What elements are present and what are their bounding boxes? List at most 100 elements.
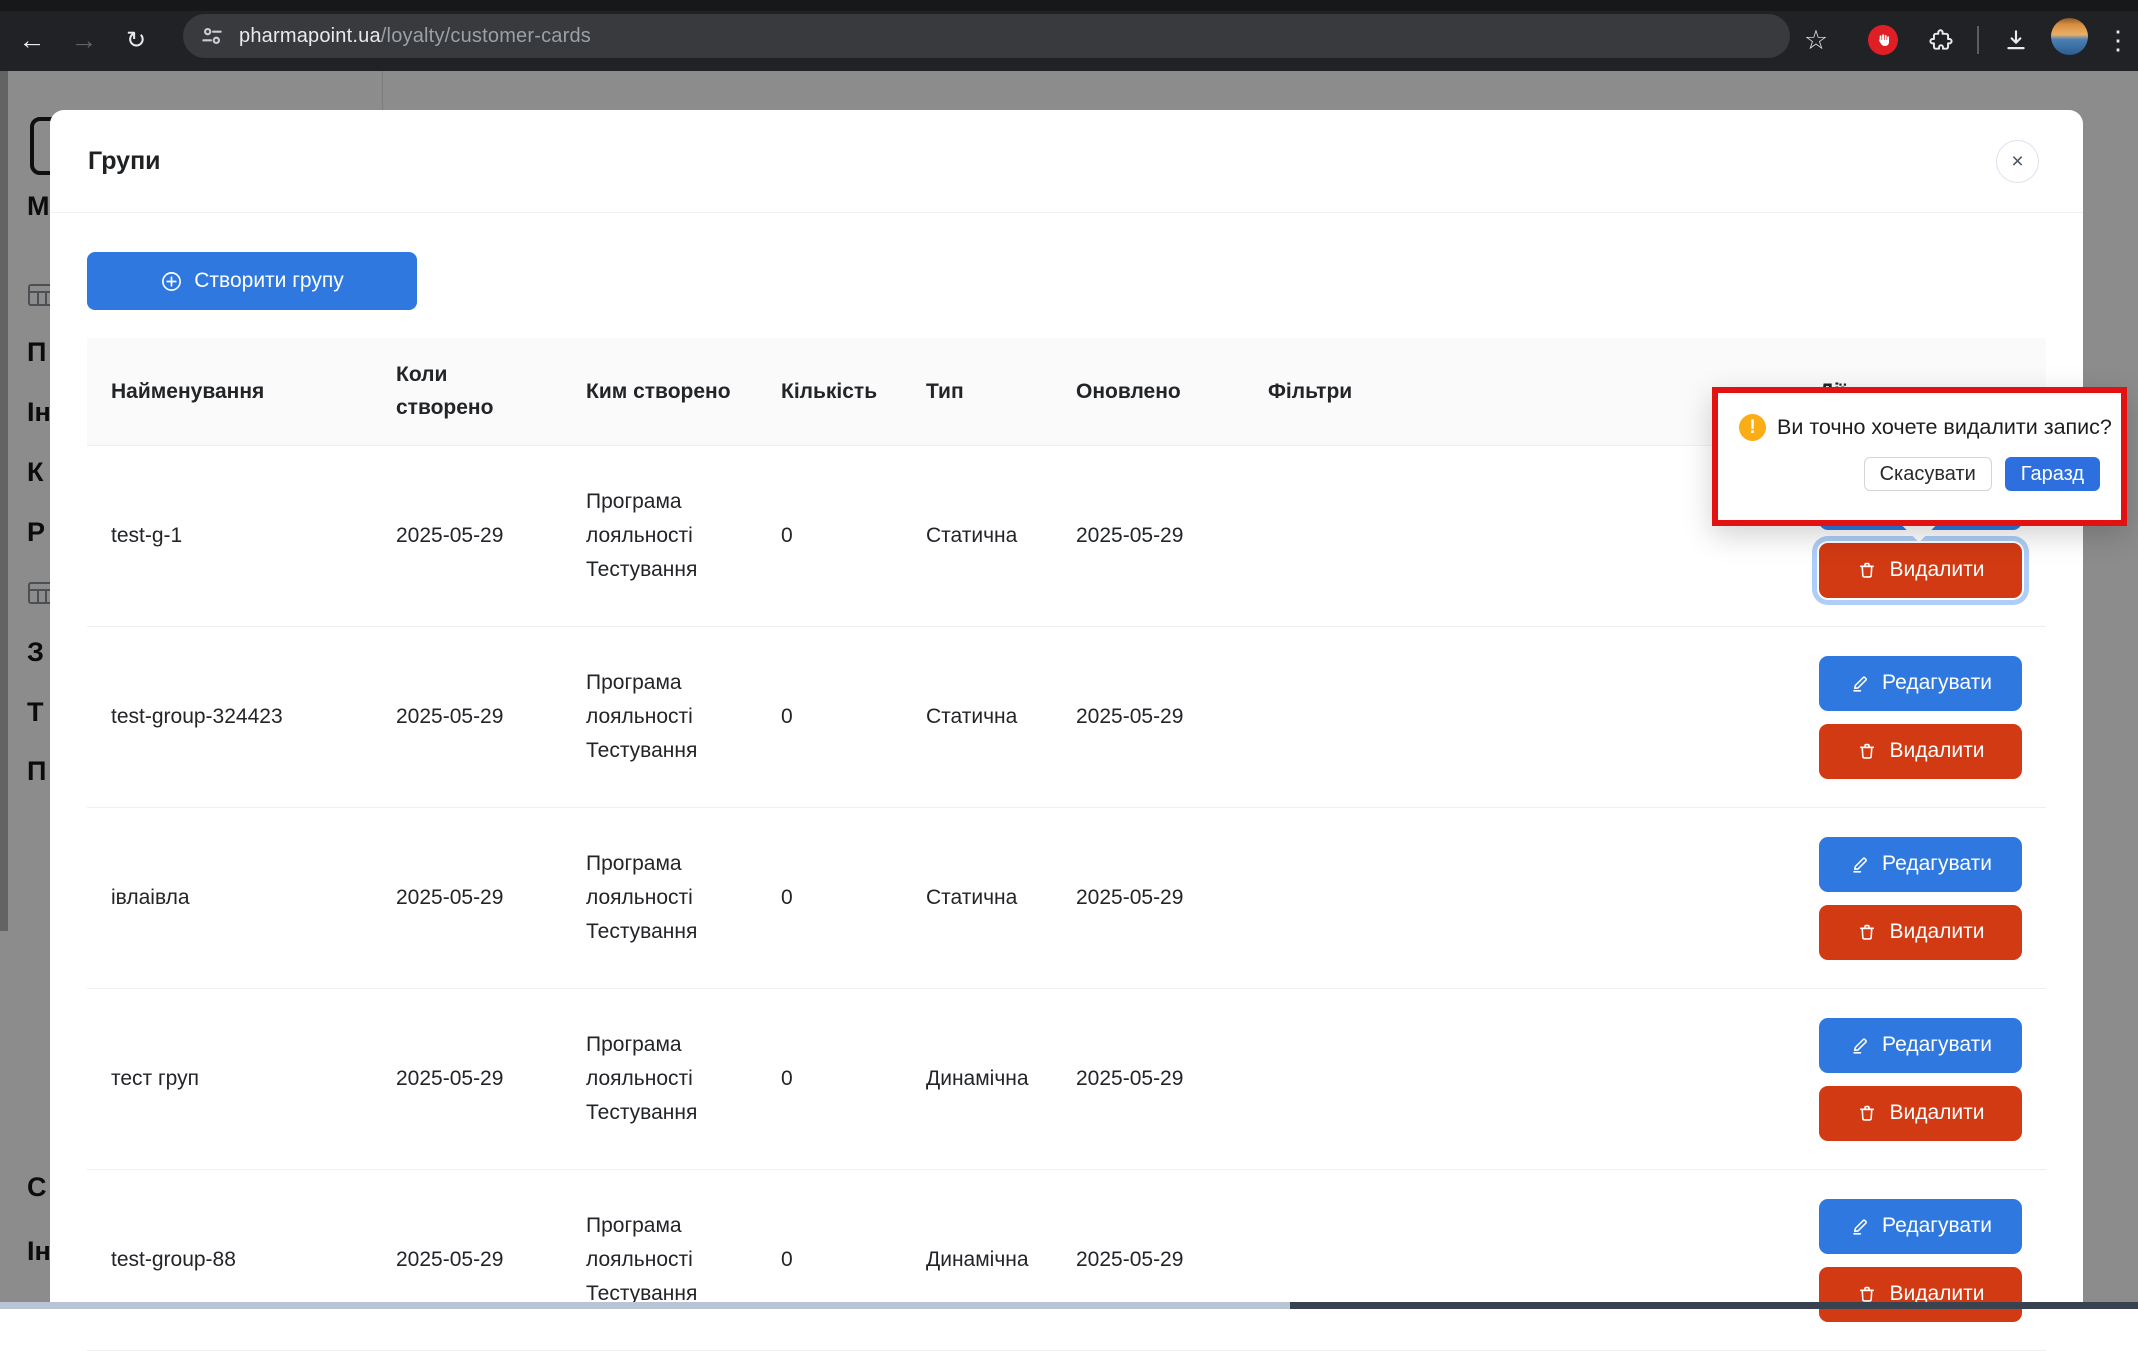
browser-menu-icon[interactable]: ⋮	[2098, 20, 2138, 60]
warning-icon: !	[1739, 414, 1766, 441]
modal-header: Групи ×	[50, 110, 2083, 213]
edit-button-label: Редагувати	[1882, 852, 1992, 876]
profile-avatar[interactable]	[2051, 18, 2088, 55]
bottom-scrollbar	[0, 1302, 2138, 1309]
cell-created-by: Програма лояльності Тестування	[562, 847, 757, 949]
url-text: pharmapoint.ua/loyalty/customer-cards	[239, 25, 591, 48]
delete-button-label: Видалити	[1889, 1101, 1984, 1125]
ok-button[interactable]: Гаразд	[2005, 457, 2100, 491]
edit-button[interactable]: Редагувати	[1819, 837, 2022, 892]
table-row: test-group-324423 2025-05-29 Програма ло…	[87, 627, 2046, 808]
edit-button[interactable]: Редагувати	[1819, 1199, 2022, 1254]
edit-button[interactable]: Редагувати	[1819, 1018, 2022, 1073]
cell-count: 0	[757, 1067, 902, 1091]
address-bar[interactable]: pharmapoint.ua/loyalty/customer-cards	[183, 14, 1790, 58]
popover-message-row: ! Ви точно хочете видалити запис?	[1718, 393, 2121, 441]
modal-body: Створити групу Найменування Коли створен…	[50, 213, 2083, 1351]
cell-created: 2025-05-29	[372, 1067, 562, 1091]
plus-circle-icon	[160, 270, 183, 293]
close-button[interactable]: ×	[1996, 140, 2039, 183]
cell-name: test-g-1	[87, 524, 372, 548]
cell-updated: 2025-05-29	[1052, 886, 1244, 910]
cell-updated: 2025-05-29	[1052, 524, 1244, 548]
adblock-hand-icon	[1868, 25, 1898, 55]
header-created-by: Ким створено	[562, 380, 757, 404]
edit-button-label: Редагувати	[1882, 1214, 1992, 1238]
extensions-puzzle-icon[interactable]	[1921, 20, 1961, 60]
cancel-button[interactable]: Скасувати	[1864, 457, 1992, 491]
create-group-label: Створити групу	[194, 269, 343, 293]
delete-button[interactable]: Видалити	[1819, 724, 2022, 779]
create-group-button[interactable]: Створити групу	[87, 252, 417, 310]
table-row: івлаівла 2025-05-29 Програма лояльності …	[87, 808, 2046, 989]
popover-actions: Скасувати Гаразд	[1718, 457, 2121, 491]
delete-button[interactable]: Видалити	[1819, 1086, 2022, 1141]
trash-icon	[1856, 1102, 1878, 1124]
cell-type: Динамічна	[902, 1248, 1052, 1272]
header-filters: Фільтри	[1244, 380, 1684, 404]
edit-pencil-icon	[1849, 1034, 1871, 1056]
edit-button-label: Редагувати	[1882, 671, 1992, 695]
cell-count: 0	[757, 886, 902, 910]
header-created-label: Коли створено	[396, 359, 518, 424]
delete-button-label: Видалити	[1889, 739, 1984, 763]
cell-actions: Редагувати Видалити	[1684, 837, 2046, 960]
cell-created: 2025-05-29	[372, 705, 562, 729]
modal-title: Групи	[88, 147, 161, 176]
header-name: Найменування	[87, 380, 372, 404]
cell-created-by: Програма лояльності Тестування	[562, 1028, 757, 1130]
cell-name: test-group-88	[87, 1248, 372, 1272]
cell-updated: 2025-05-29	[1052, 705, 1244, 729]
bookmark-star-icon[interactable]: ☆	[1796, 20, 1836, 60]
delete-button[interactable]: Видалити	[1819, 543, 2022, 598]
cell-type: Статична	[902, 886, 1052, 910]
popover-message: Ви точно хочете видалити запис?	[1777, 415, 2112, 440]
groups-modal: Групи × Створити групу Найменування Коли…	[50, 110, 2083, 1350]
cell-name: test-group-324423	[87, 705, 372, 729]
header-updated: Оновлено	[1052, 380, 1244, 404]
delete-button[interactable]: Видалити	[1819, 1267, 2022, 1322]
trash-icon	[1856, 740, 1878, 762]
cell-created: 2025-05-29	[372, 886, 562, 910]
browser-toolbar: ← → ↻ pharmapoint.ua/loyalty/customer-ca…	[0, 0, 2138, 71]
cell-type: Статична	[902, 524, 1052, 548]
header-count: Кількість	[757, 380, 902, 404]
delete-button[interactable]: Видалити	[1819, 905, 2022, 960]
cell-actions: Редагувати Видалити	[1684, 656, 2046, 779]
browser-reload-button[interactable]: ↻	[116, 20, 156, 60]
url-path: /loyalty/customer-cards	[381, 25, 591, 47]
cell-type: Динамічна	[902, 1067, 1052, 1091]
download-icon[interactable]	[1996, 20, 2036, 60]
site-info-icon[interactable]	[197, 21, 227, 51]
delete-button-label: Видалити	[1889, 920, 1984, 944]
edit-pencil-icon	[1849, 1215, 1871, 1237]
cell-updated: 2025-05-29	[1052, 1248, 1244, 1272]
toolbar-separator	[1977, 26, 1979, 54]
cell-count: 0	[757, 1248, 902, 1272]
edit-button[interactable]: Редагувати	[1819, 656, 2022, 711]
cell-created-by: Програма лояльності Тестування	[562, 1209, 757, 1311]
cell-type: Статична	[902, 705, 1052, 729]
edit-button-label: Редагувати	[1882, 1033, 1992, 1057]
table-row: тест груп 2025-05-29 Програма лояльності…	[87, 989, 2046, 1170]
url-host: pharmapoint.ua	[239, 25, 381, 47]
trash-icon	[1856, 559, 1878, 581]
cell-created-by: Програма лояльності Тестування	[562, 666, 757, 768]
page-background: М П Ін К Р З Т П С Ін Групи ×	[0, 71, 2138, 1309]
browser-forward-button[interactable]: →	[64, 20, 104, 60]
window-top-edge	[0, 0, 2138, 11]
close-icon: ×	[2011, 150, 2023, 174]
browser-back-button[interactable]: ←	[12, 20, 52, 60]
delete-confirm-popover: ! Ви точно хочете видалити запис? Скасув…	[1712, 387, 2127, 526]
header-type: Тип	[902, 380, 1052, 404]
delete-button-label: Видалити	[1889, 558, 1984, 582]
cell-count: 0	[757, 524, 902, 548]
adblock-extension-icon[interactable]	[1863, 20, 1903, 60]
edit-pencil-icon	[1849, 853, 1871, 875]
cell-created: 2025-05-29	[372, 1248, 562, 1272]
trash-icon	[1856, 921, 1878, 943]
cell-actions: Редагувати Видалити	[1684, 1018, 2046, 1141]
cell-created-by: Програма лояльності Тестування	[562, 485, 757, 587]
header-created: Коли створено	[372, 359, 562, 424]
table-row: test-group-88 2025-05-29 Програма лояльн…	[87, 1170, 2046, 1351]
